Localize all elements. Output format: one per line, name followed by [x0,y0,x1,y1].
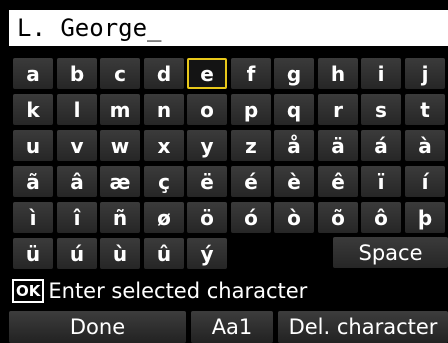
key-w[interactable]: w [100,130,140,161]
key-ø[interactable]: ø [144,202,184,233]
text-input-field[interactable]: L. George _ [9,10,448,46]
key-a[interactable]: a [13,58,53,89]
key-þ[interactable]: þ [405,202,445,233]
key-x[interactable]: x [144,130,184,161]
key-é[interactable]: é [231,166,271,197]
key-s[interactable]: s [361,94,401,125]
key-m[interactable]: m [100,94,140,125]
hint-text: Enter selected character [48,279,308,303]
key-ë[interactable]: ë [187,166,227,197]
input-value: L. George [17,14,148,42]
key-k[interactable]: k [13,94,53,125]
key-y[interactable]: y [187,130,227,161]
key-l[interactable]: l [57,94,97,125]
ok-button-icon: OK [12,279,45,303]
key-o[interactable]: o [187,94,227,125]
key-á[interactable]: á [361,130,401,161]
key-t[interactable]: t [405,94,445,125]
delete-character-button[interactable]: Del. character [278,311,448,343]
key-ê[interactable]: ê [318,166,358,197]
key-ì[interactable]: ì [13,202,53,233]
key-b[interactable]: b [57,58,97,89]
key-c[interactable]: c [100,58,140,89]
hint-row: OK Enter selected character [0,274,448,308]
key-i[interactable]: i [361,58,401,89]
done-button[interactable]: Done [9,311,186,343]
key-î[interactable]: î [57,202,97,233]
key-v[interactable]: v [57,130,97,161]
key-j[interactable]: j [405,58,445,89]
key-ô[interactable]: ô [361,202,401,233]
key-å[interactable]: å [274,130,314,161]
key-f[interactable]: f [231,58,271,89]
key-ï[interactable]: ï [361,166,401,197]
key-ú[interactable]: ú [57,238,97,269]
key-ù[interactable]: ù [100,238,140,269]
key-û[interactable]: û [144,238,184,269]
key-u[interactable]: u [13,130,53,161]
key-ö[interactable]: ö [187,202,227,233]
key-z[interactable]: z [231,130,271,161]
key-h[interactable]: h [318,58,358,89]
character-input-screen: L. George _ abcdefghij klmnopqrst uvwxyzåäá… [0,0,448,343]
key-n[interactable]: n [144,94,184,125]
key-à[interactable]: à [405,130,445,161]
key-e[interactable]: e [187,58,227,89]
key-ü[interactable]: ü [13,238,53,269]
key-è[interactable]: è [274,166,314,197]
key-ä[interactable]: ä [318,130,358,161]
key-g[interactable]: g [274,58,314,89]
key-í[interactable]: í [405,166,445,197]
key-ñ[interactable]: ñ [100,202,140,233]
key-p[interactable]: p [231,94,271,125]
key-ã[interactable]: ã [13,166,53,197]
key-â[interactable]: â [57,166,97,197]
key-æ[interactable]: æ [100,166,140,197]
text-cursor: _ [147,14,162,42]
key-ó[interactable]: ó [231,202,271,233]
key-ç[interactable]: ç [144,166,184,197]
key-ý[interactable]: ý [187,238,227,269]
key-r[interactable]: r [318,94,358,125]
case-toggle-button[interactable]: Aa1 [191,311,273,343]
key-q[interactable]: q [274,94,314,125]
key-ò[interactable]: ò [274,202,314,233]
key-õ[interactable]: õ [318,202,358,233]
key-d[interactable]: d [144,58,184,89]
space-key[interactable]: Space [333,237,448,268]
